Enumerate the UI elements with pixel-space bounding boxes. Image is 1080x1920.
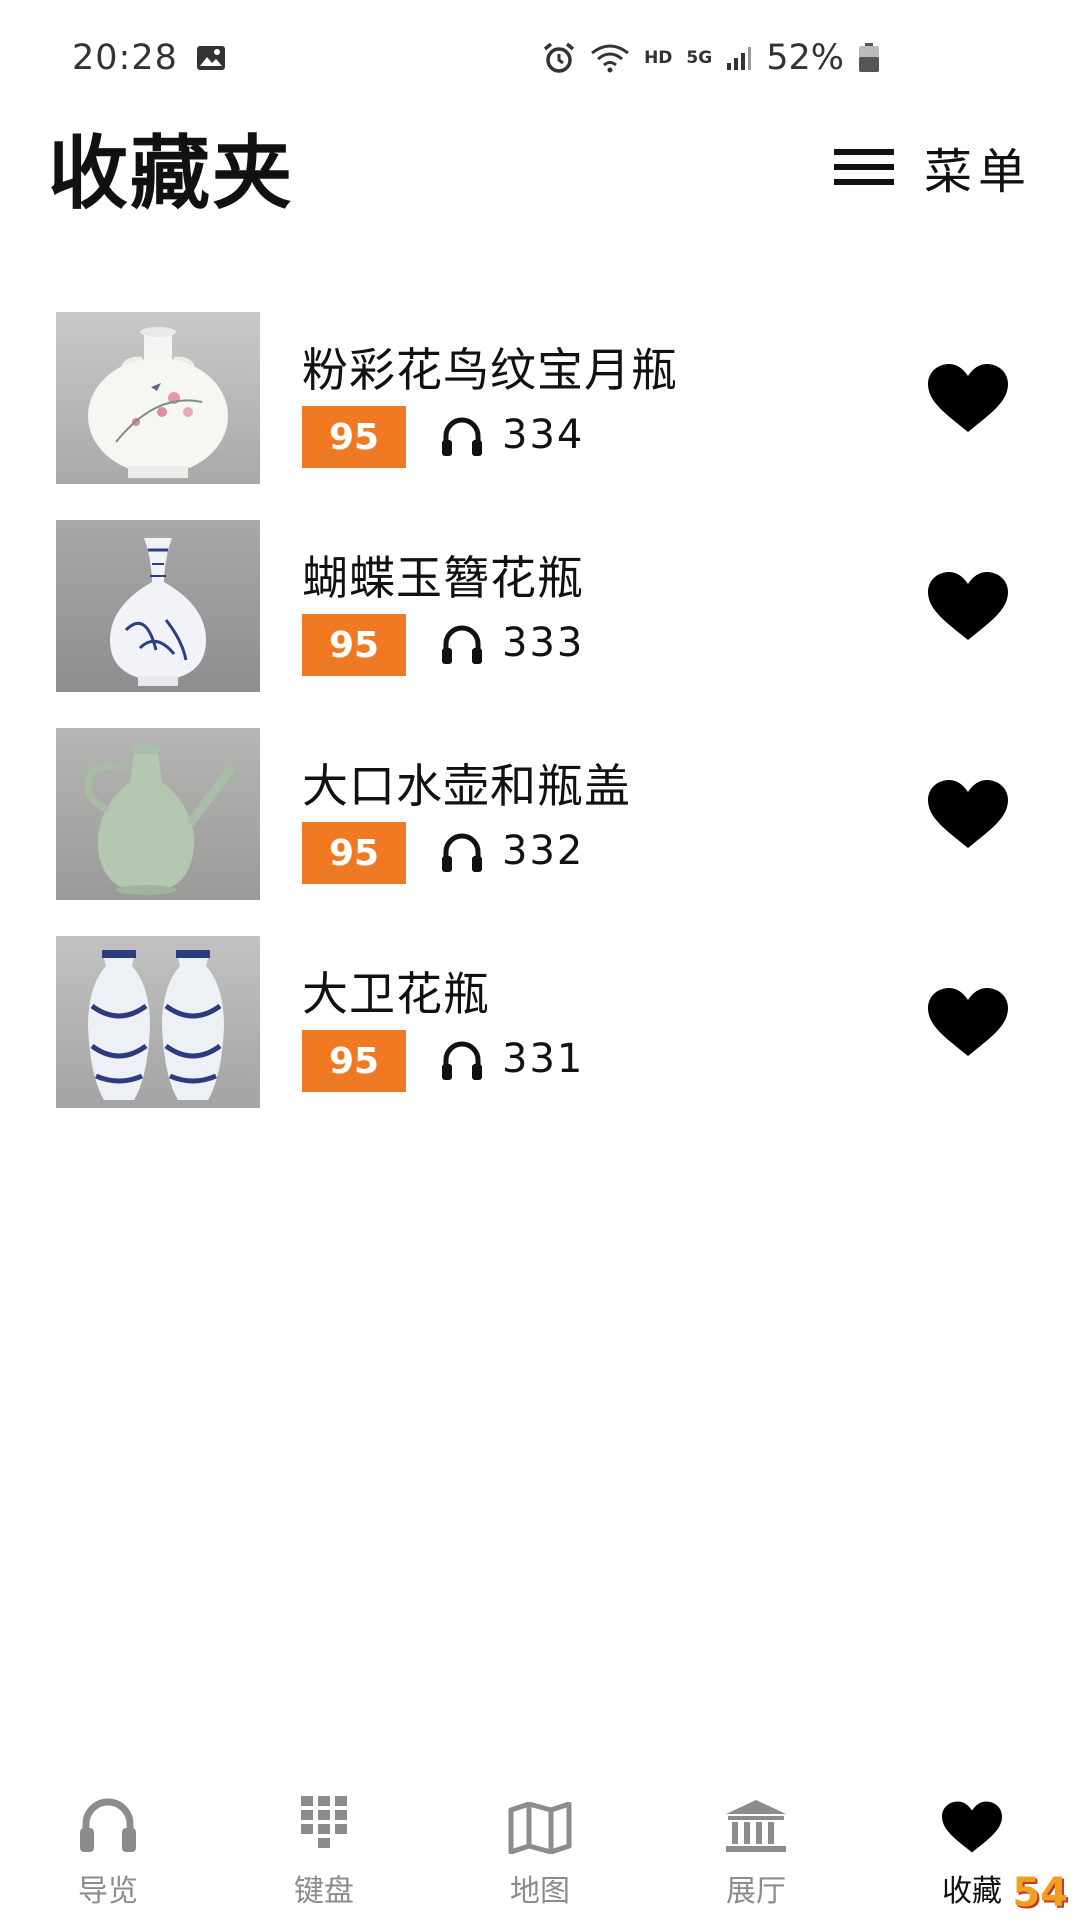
nav-label: 键盘	[294, 1874, 354, 1909]
list-item[interactable]: 大口水壶和瓶盖 95 332	[0, 728, 1080, 936]
favorite-heart-icon[interactable]	[926, 362, 1010, 434]
listen-count: 333	[502, 620, 585, 666]
nav-item-gallery[interactable]: 展厅	[648, 1776, 864, 1920]
keypad-icon	[299, 1784, 349, 1854]
list-item[interactable]: 粉彩花鸟纹宝月瓶 95 334	[0, 312, 1080, 520]
artifact-thumbnail	[56, 312, 260, 484]
nav-label: 导览	[78, 1874, 138, 1909]
headphones-icon	[440, 1040, 484, 1082]
nav-label: 收藏	[942, 1874, 1002, 1909]
status-time: 20:28	[72, 38, 178, 78]
artifact-thumbnail	[56, 936, 260, 1108]
score-badge: 95	[302, 614, 406, 676]
artifact-thumbnail	[56, 520, 260, 692]
hd-indicator: HD	[644, 48, 673, 68]
nav-item-guide[interactable]: 导览	[0, 1776, 216, 1920]
header: 收藏夹 菜单	[48, 112, 1032, 222]
map-icon	[508, 1784, 572, 1854]
listen-count: 332	[502, 828, 585, 874]
headphones-icon	[440, 832, 484, 874]
headphones-icon	[78, 1784, 138, 1854]
listen-count: 334	[502, 412, 585, 458]
status-bar: 20:28 HD 5G 52%	[72, 30, 880, 86]
list-item[interactable]: 蝴蝶玉簪花瓶 95 333	[0, 520, 1080, 728]
nav-item-map[interactable]: 地图	[432, 1776, 648, 1920]
nav-label: 地图	[510, 1874, 570, 1909]
favorite-heart-icon[interactable]	[926, 986, 1010, 1058]
museum-icon	[724, 1784, 788, 1854]
network-indicator: 5G	[686, 48, 713, 68]
nav-item-keypad[interactable]: 键盘	[216, 1776, 432, 1920]
menu-label: 菜单	[923, 144, 1032, 200]
artifact-title: 蝴蝶玉簪花瓶	[302, 551, 584, 605]
artifact-title: 粉彩花鸟纹宝月瓶	[302, 343, 678, 397]
headphones-icon	[440, 416, 484, 458]
image-icon	[196, 45, 226, 71]
listen-count: 331	[502, 1036, 585, 1082]
headphones-icon	[440, 624, 484, 666]
favorite-heart-icon[interactable]	[926, 778, 1010, 850]
artifact-thumbnail	[56, 728, 260, 900]
signal-icon	[726, 45, 752, 71]
artifact-title: 大卫花瓶	[302, 967, 490, 1021]
score-badge: 95	[302, 822, 406, 884]
favorite-heart-icon[interactable]	[926, 570, 1010, 642]
score-badge: 95	[302, 1030, 406, 1092]
battery-icon	[858, 43, 880, 73]
score-badge: 95	[302, 406, 406, 468]
alarm-icon	[542, 42, 576, 74]
favorites-list: 粉彩花鸟纹宝月瓶 95 334 蝴蝶玉簪花瓶 95 333 大口水壶和瓶盖 95…	[0, 312, 1080, 1144]
wifi-icon	[590, 43, 630, 73]
heart-icon	[940, 1784, 1004, 1854]
nav-label: 展厅	[726, 1874, 786, 1909]
bottom-nav: 导览 键盘 地图 展厅 收藏	[0, 1776, 1080, 1920]
menu-button[interactable]: 菜单	[833, 132, 1032, 202]
favorites-screen: 20:28 HD 5G 52% 收藏夹 菜单 粉彩花鸟纹宝月瓶 95 334 蝴…	[0, 0, 1080, 1920]
page-title: 收藏夹	[48, 127, 294, 220]
watermark-logo: 54	[1012, 1870, 1068, 1916]
hamburger-icon	[833, 147, 894, 187]
artifact-title: 大口水壶和瓶盖	[302, 759, 631, 813]
list-item[interactable]: 大卫花瓶 95 331	[0, 936, 1080, 1144]
battery-percent: 52%	[766, 38, 844, 78]
